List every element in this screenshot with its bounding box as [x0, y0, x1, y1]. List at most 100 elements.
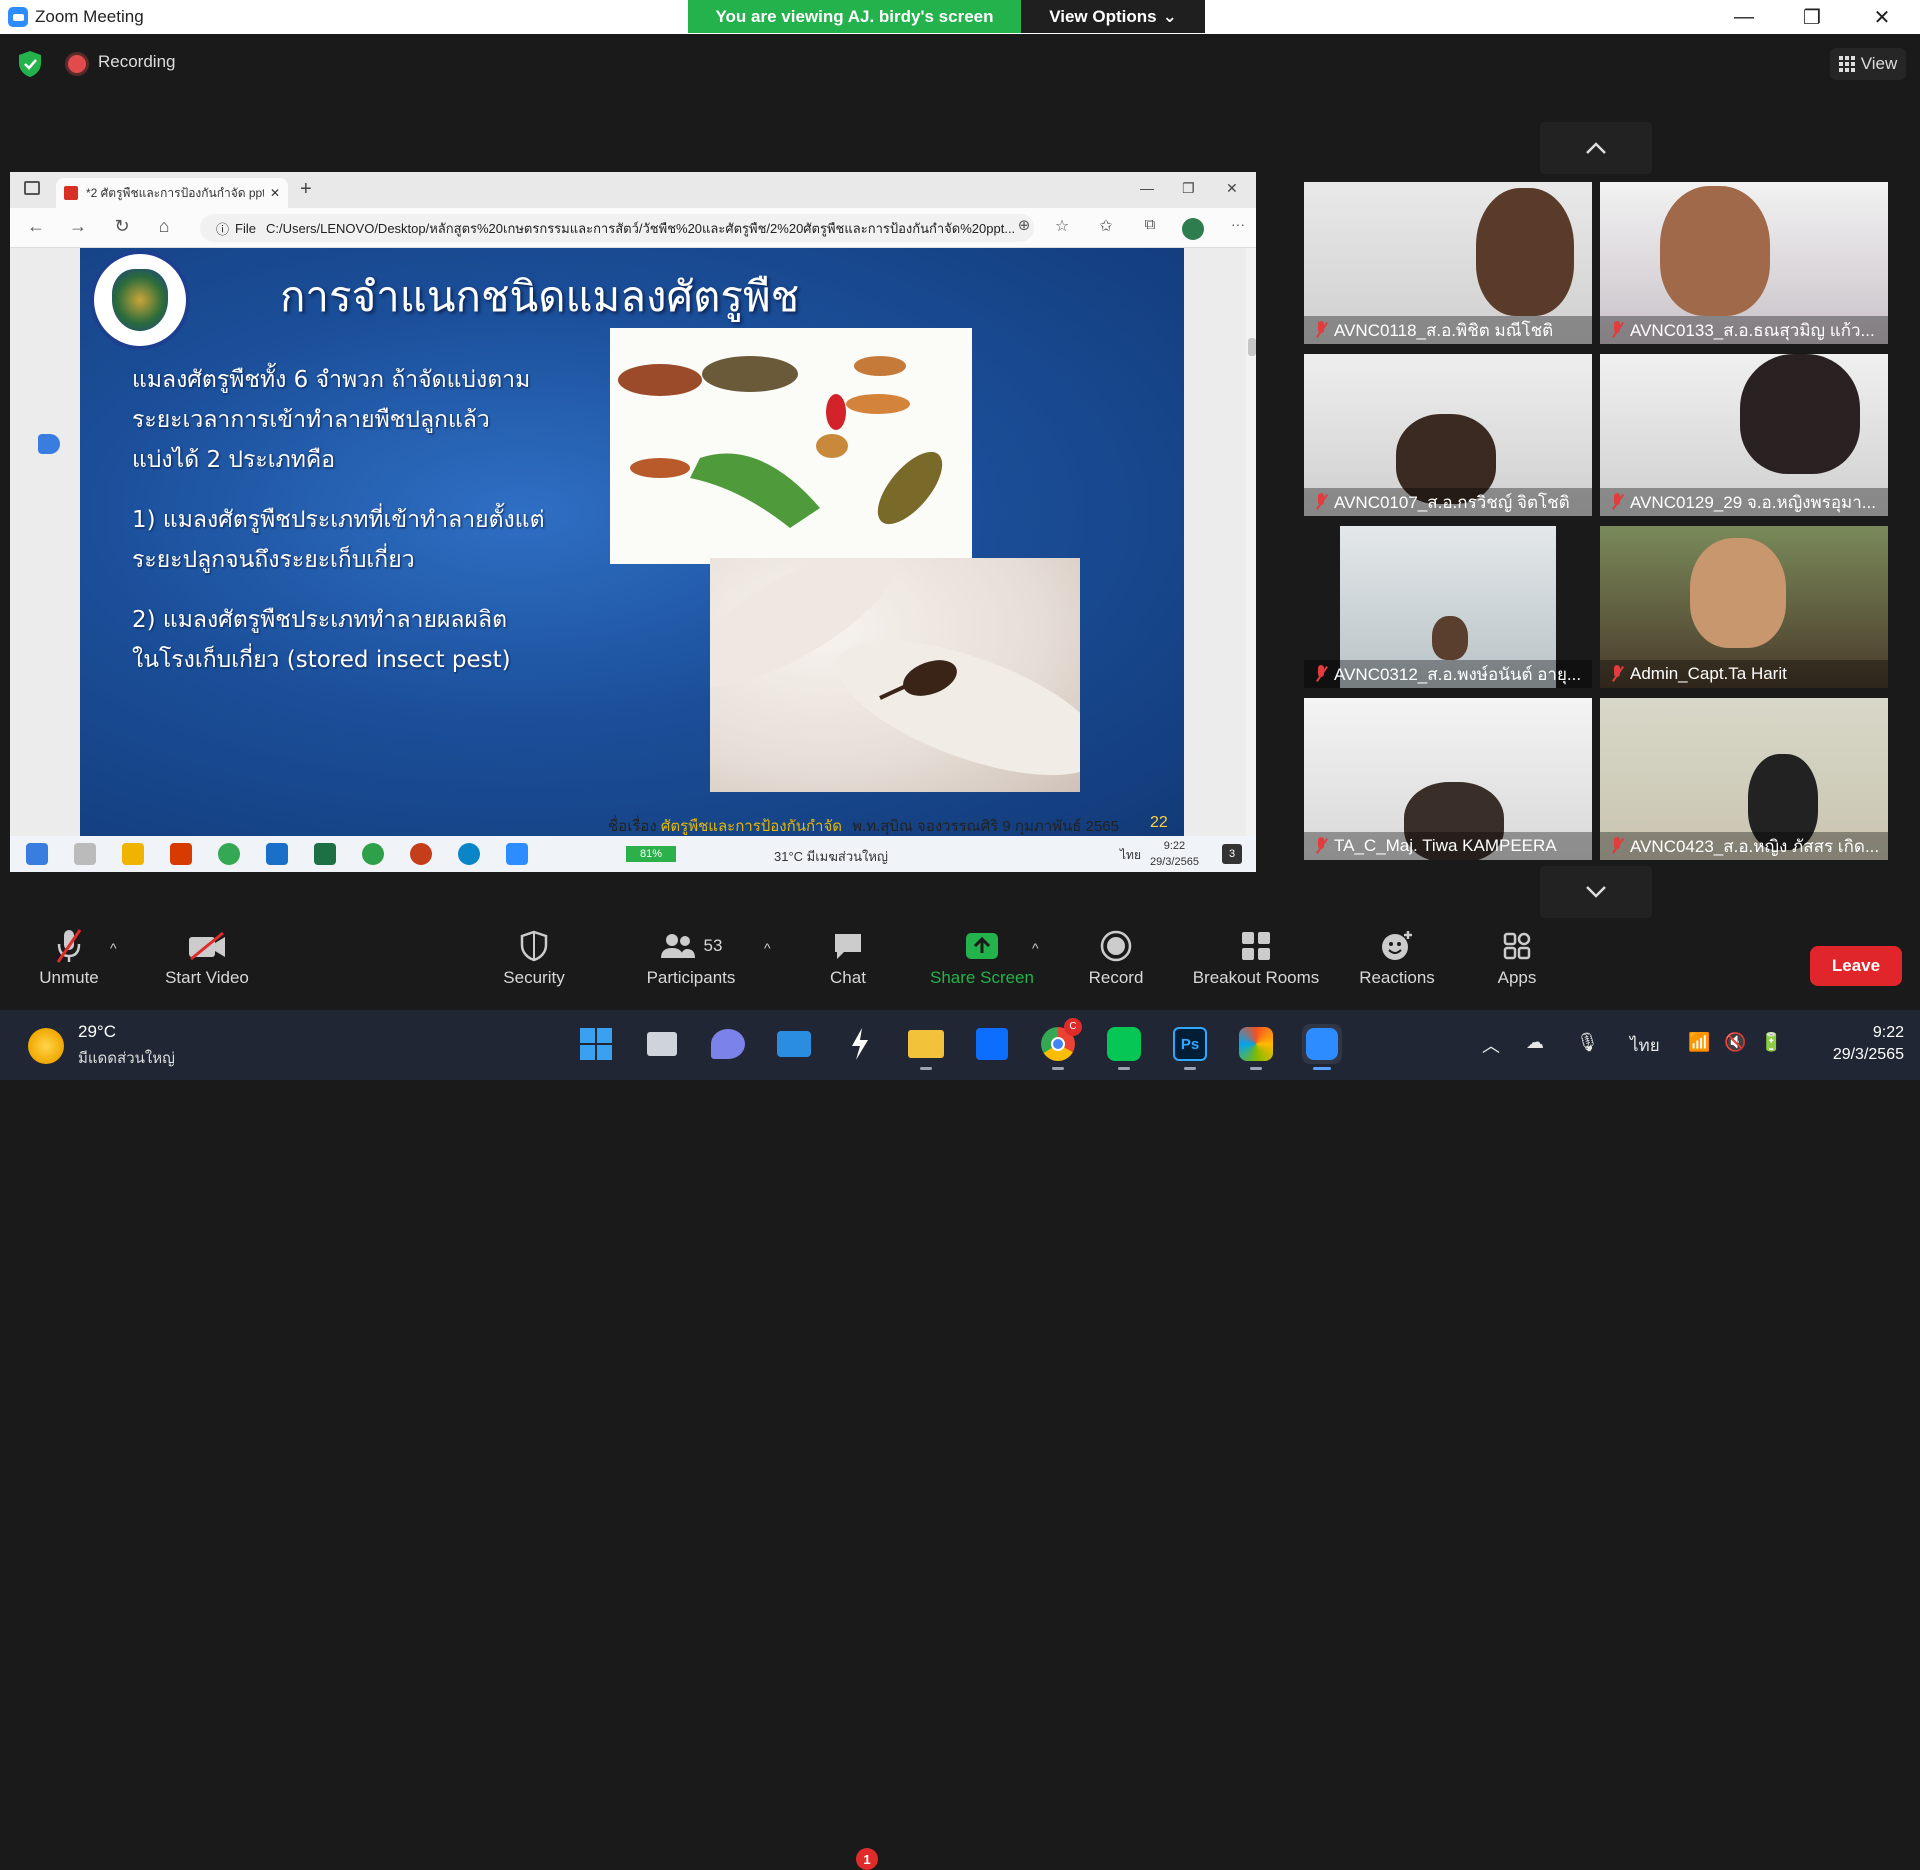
share-options-caret[interactable]: ^ [1032, 940, 1039, 956]
back-icon[interactable]: ← [24, 216, 48, 237]
apps-button[interactable]: Apps [1442, 926, 1592, 1010]
view-label: View [1860, 54, 1898, 73]
file-explorer-icon[interactable] [122, 843, 144, 865]
chat-badge: 1 [856, 1848, 878, 1870]
wifi-icon[interactable]: 📶 [1688, 1032, 1710, 1053]
tab-close-icon[interactable]: ✕ [270, 186, 280, 200]
start-video-button[interactable]: Start Video [132, 926, 282, 1010]
record-icon [1100, 930, 1132, 962]
participant-name: Admin_Capt.Ta Harit [1630, 664, 1787, 683]
security-button[interactable]: Security [459, 926, 609, 1010]
powerpoint-icon[interactable] [410, 843, 432, 865]
participant-name-bar: Admin_Capt.Ta Harit [1600, 660, 1888, 688]
unmute-button[interactable]: Unmute [0, 926, 138, 1010]
chat-button[interactable]: Chat [773, 926, 923, 1010]
volume-muted-icon[interactable]: 🔇 [1724, 1032, 1746, 1053]
pdf-scrollbar[interactable] [1246, 248, 1256, 836]
excel-icon[interactable] [314, 843, 336, 865]
onedrive-icon[interactable]: ☁ [1526, 1032, 1544, 1053]
zoom-taskbar-button[interactable] [1302, 1024, 1342, 1070]
search-icon[interactable] [74, 843, 96, 865]
input-language[interactable]: ไทย [1630, 1032, 1660, 1059]
view-button[interactable]: View [1830, 48, 1906, 80]
zoom-icon[interactable]: ⊕ [1012, 216, 1036, 234]
url-field[interactable]: ⓘ File C:/Users/LENOVO/Desktop/หลักสูตร%… [200, 214, 1034, 242]
participant-tile[interactable]: AVNC0423_ส.อ.หญิง ภัสสร เกิด... [1600, 698, 1888, 860]
participants-options-caret[interactable]: ^ [764, 940, 771, 956]
participants-button[interactable]: 53 Participants [616, 926, 766, 1010]
window-title: Zoom Meeting [35, 7, 144, 26]
security-label: Security [503, 968, 565, 987]
mail-button[interactable] [774, 1024, 814, 1064]
close-button[interactable]: ✕ [1848, 0, 1916, 34]
record-button[interactable]: Record [1041, 926, 1191, 1010]
notification-icon[interactable]: 3 [1222, 844, 1242, 864]
encryption-shield-icon[interactable] [17, 50, 43, 78]
browser-tab[interactable]: *2 ศัตรูพืชและการป้องกันกำจัด ppt.p ✕ [56, 178, 288, 208]
chrome-badge: C [1064, 1018, 1082, 1036]
reload-icon[interactable]: ↻ [110, 216, 134, 237]
pdf-sidebar-icon[interactable] [38, 434, 60, 454]
photoshop-button[interactable]: Ps [1170, 1024, 1210, 1070]
participant-tile[interactable]: Admin_Capt.Ta Harit [1600, 526, 1888, 688]
chrome-button[interactable]: C [1038, 1018, 1082, 1070]
new-tab-button[interactable]: + [300, 178, 312, 201]
participant-tile[interactable]: AVNC0118_ส.อ.พิชิต มณีโชติ [1304, 182, 1592, 344]
weather-desc[interactable]: มีแดดส่วนใหญ่ [78, 1046, 175, 1070]
home-icon[interactable]: ⌂ [152, 216, 176, 237]
browser-close-button[interactable]: ✕ [1226, 180, 1238, 197]
breakout-rooms-label: Breakout Rooms [1192, 968, 1320, 987]
pdf-icon [64, 186, 78, 200]
edge-icon[interactable] [458, 843, 480, 865]
windows-start-icon[interactable] [26, 843, 48, 865]
tab-actions-icon[interactable] [24, 181, 40, 195]
browser-maximize-button[interactable]: ❐ [1182, 180, 1195, 197]
collections-icon[interactable]: ⧉ [1138, 216, 1162, 233]
weather-temp[interactable]: 29°C [78, 1022, 116, 1042]
weather-sun-icon[interactable] [28, 1028, 64, 1064]
gallery-down-button[interactable] [1540, 866, 1652, 918]
file-explorer-button[interactable] [906, 1024, 946, 1070]
tray-overflow-icon[interactable]: ︿ [1482, 1032, 1500, 1058]
maximize-button[interactable]: ❐ [1778, 0, 1846, 34]
chrome-alt-icon[interactable] [362, 843, 384, 865]
chrome-icon[interactable] [218, 843, 240, 865]
more-icon[interactable]: ··· [1226, 216, 1250, 232]
participant-tile[interactable]: AVNC0312_ส.อ.พงษ์อนันต์ อายุ... [1304, 526, 1592, 688]
participant-tile[interactable]: AVNC0129_29 จ.อ.หญิงพรอุมา... [1600, 354, 1888, 516]
taskbar-clock[interactable]: 9:22 29/3/2565 [1808, 1022, 1904, 1066]
pen-app-button[interactable] [840, 1024, 880, 1064]
forward-icon[interactable]: → [66, 216, 90, 237]
office-icon[interactable] [170, 843, 192, 865]
dropbox-button[interactable] [972, 1024, 1012, 1064]
slide-page-number: 22 [1150, 814, 1168, 831]
participant-tile[interactable]: AVNC0133_ส.อ.ธณสุวมิญ แก้ว... [1600, 182, 1888, 344]
favorite-add-icon[interactable]: ☆ [1050, 216, 1074, 236]
minimize-button[interactable]: — [1710, 0, 1778, 34]
line-button[interactable] [1104, 1024, 1144, 1070]
task-view-button[interactable] [642, 1024, 682, 1064]
task-view-icon [647, 1032, 677, 1056]
zoom-icon[interactable] [506, 843, 528, 865]
favorites-icon[interactable]: ✩ [1094, 216, 1118, 236]
participant-tile[interactable]: TA_C_Maj. Tiwa KAMPEERA [1304, 698, 1592, 860]
photos-button[interactable] [1236, 1024, 1276, 1070]
microphone-icon[interactable]: 🎙 [1576, 1032, 1599, 1053]
slide-item-line: ในโรงเก็บเกี่ยว (stored insect pest) [132, 647, 511, 673]
view-options-button[interactable]: View Options ⌄ [1021, 0, 1205, 33]
start-button[interactable] [576, 1024, 616, 1064]
browser-minimize-button[interactable]: — [1140, 180, 1154, 196]
participant-tile[interactable]: AVNC0107_ส.อ.กรวิชญ์ จิตโชติ [1304, 354, 1592, 516]
scrollbar-thumb[interactable] [1248, 338, 1256, 356]
battery-icon[interactable]: 🔋 [1760, 1032, 1782, 1053]
leave-button[interactable]: Leave [1810, 946, 1902, 986]
breakout-rooms-button[interactable]: Breakout Rooms [1176, 926, 1336, 1010]
slide-item-line: 2) แมลงศัตรูพืชประเภททำลายผลผลิต [132, 607, 508, 633]
mail-icon[interactable] [266, 843, 288, 865]
audio-options-caret[interactable]: ^ [110, 940, 117, 956]
gallery-up-button[interactable] [1540, 122, 1652, 174]
shared-screen: *2 ศัตรูพืชและการป้องกันกำจัด ppt.p ✕ + … [10, 172, 1256, 872]
share-screen-button[interactable]: Share Screen [906, 926, 1058, 1010]
teams-chat-button[interactable] [708, 1024, 748, 1064]
profile-avatar[interactable] [1182, 218, 1204, 240]
